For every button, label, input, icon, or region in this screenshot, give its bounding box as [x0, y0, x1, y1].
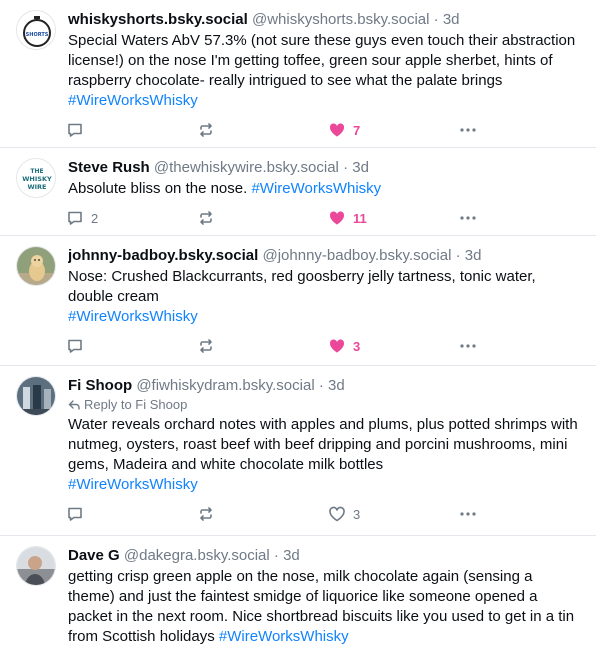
- post-time[interactable]: 3d: [465, 247, 482, 264]
- reply-button[interactable]: 2: [66, 209, 197, 227]
- post[interactable]: Dave G @dakegra.bsky.social · 3d getting…: [0, 536, 596, 656]
- heart-outline-icon: [329, 506, 345, 522]
- feed: SHORTS whiskyshorts.bsky.social @whiskys…: [0, 0, 596, 656]
- reply-icon: [68, 123, 82, 137]
- more-icon: [460, 216, 476, 220]
- hashtag-link[interactable]: #WireWorksWhisky: [68, 308, 198, 325]
- author-handle[interactable]: @johnny-badboy.bsky.social: [262, 247, 451, 264]
- like-button[interactable]: 3: [328, 505, 459, 523]
- svg-text:SHORTS: SHORTS: [26, 32, 49, 38]
- svg-text:WIRE: WIRE: [27, 183, 46, 191]
- whiskyshorts-logo: SHORTS: [17, 11, 55, 49]
- hashtag-link[interactable]: #WireWorksWhisky: [68, 92, 198, 109]
- hashtag-link[interactable]: #WireWorksWhisky: [251, 180, 381, 197]
- post-text: getting crisp green apple on the nose, m…: [68, 568, 575, 645]
- avatar[interactable]: SHORTS: [16, 10, 56, 50]
- hashtag-link[interactable]: #WireWorksWhisky: [219, 628, 349, 645]
- avatar[interactable]: [16, 376, 56, 416]
- post-time[interactable]: 3d: [352, 159, 369, 176]
- reply-arrow-icon: [68, 400, 80, 410]
- author-name[interactable]: Dave G: [68, 547, 120, 564]
- post-text: Special Waters AbV 57.3% (not sure these…: [68, 32, 576, 109]
- repost-button[interactable]: [197, 209, 328, 227]
- more-options-button[interactable]: [459, 209, 499, 227]
- hashtag-link[interactable]: #WireWorksWhisky: [68, 476, 198, 493]
- post[interactable]: THE WHISKY WIRE Steve Rush @thewhiskywir…: [0, 148, 596, 236]
- like-button[interactable]: 3: [328, 337, 459, 355]
- avatar[interactable]: [16, 546, 56, 586]
- svg-text:WHISKY: WHISKY: [22, 175, 52, 183]
- post-time[interactable]: 3d: [328, 377, 345, 394]
- heart-filled-icon: [329, 211, 345, 225]
- reply-to-indicator[interactable]: Reply to Fi Shoop: [68, 396, 580, 414]
- avatar[interactable]: [16, 246, 56, 286]
- like-count: 11: [353, 210, 367, 226]
- post[interactable]: Fi Shoop @fiwhiskydram.bsky.social · 3d …: [0, 366, 596, 536]
- repost-button[interactable]: [197, 505, 328, 523]
- more-icon: [460, 128, 476, 132]
- repost-icon: [200, 211, 212, 225]
- more-icon: [460, 512, 476, 516]
- repost-icon: [200, 123, 212, 137]
- repost-icon: [200, 339, 212, 353]
- repost-icon: [200, 507, 212, 521]
- reply-button[interactable]: [66, 337, 197, 355]
- post-time[interactable]: 3d: [443, 11, 460, 28]
- bottles-photo-avatar: [17, 377, 55, 415]
- heart-filled-icon: [329, 123, 345, 137]
- author-name[interactable]: Steve Rush: [68, 159, 150, 176]
- like-count: 7: [353, 122, 361, 138]
- post-text: Absolute bliss on the nose. #WireWorksWh…: [68, 180, 382, 197]
- more-options-button[interactable]: [459, 505, 499, 523]
- repost-button[interactable]: [197, 337, 328, 355]
- post-actions: 2 11: [66, 199, 580, 237]
- thewhiskywire-logo: THE WHISKY WIRE: [17, 159, 55, 197]
- post-header: Fi Shoop @fiwhiskydram.bsky.social · 3d: [68, 377, 345, 394]
- author-handle[interactable]: @thewhiskywire.bsky.social: [154, 159, 339, 176]
- like-count: 3: [353, 506, 361, 522]
- reply-count: 2: [91, 210, 99, 226]
- author-name[interactable]: whiskyshorts.bsky.social: [68, 11, 248, 28]
- post-header: johnny-badboy.bsky.social @johnny-badboy…: [68, 247, 482, 264]
- like-button[interactable]: 7: [328, 121, 459, 139]
- reply-icon: [68, 211, 82, 225]
- post-text: Water reveals orchard notes with apples …: [68, 416, 578, 493]
- post-actions: 3: [66, 495, 580, 533]
- post-text: Nose: Crushed Blackcurrants, red goosber…: [68, 268, 536, 325]
- post-actions: 7: [66, 111, 580, 149]
- reply-button[interactable]: [66, 121, 197, 139]
- post-header: Steve Rush @thewhiskywire.bsky.social · …: [68, 159, 369, 176]
- like-count: 3: [353, 338, 361, 354]
- author-handle[interactable]: @fiwhiskydram.bsky.social: [136, 377, 314, 394]
- svg-text:THE: THE: [30, 168, 43, 175]
- reply-icon: [68, 507, 82, 521]
- heart-filled-icon: [329, 339, 345, 353]
- post-header: whiskyshorts.bsky.social @whiskyshorts.b…: [68, 11, 460, 28]
- author-name[interactable]: johnny-badboy.bsky.social: [68, 247, 258, 264]
- author-name[interactable]: Fi Shoop: [68, 377, 132, 394]
- like-button[interactable]: 11: [328, 209, 459, 227]
- author-handle[interactable]: @whiskyshorts.bsky.social: [252, 11, 430, 28]
- reply-button[interactable]: [66, 505, 197, 523]
- author-handle[interactable]: @dakegra.bsky.social: [124, 547, 270, 564]
- person-photo-avatar: [17, 547, 55, 585]
- post-time[interactable]: 3d: [283, 547, 300, 564]
- avatar[interactable]: THE WHISKY WIRE: [16, 158, 56, 198]
- post[interactable]: johnny-badboy.bsky.social @johnny-badboy…: [0, 236, 596, 366]
- more-options-button[interactable]: [459, 337, 499, 355]
- post-header: Dave G @dakegra.bsky.social · 3d: [68, 547, 300, 564]
- more-icon: [460, 344, 476, 348]
- reply-icon: [68, 339, 82, 353]
- repost-button[interactable]: [197, 121, 328, 139]
- post-actions: 3: [66, 327, 580, 365]
- dog-photo-avatar: [17, 247, 55, 285]
- post[interactable]: SHORTS whiskyshorts.bsky.social @whiskys…: [0, 0, 596, 148]
- more-options-button[interactable]: [459, 121, 499, 139]
